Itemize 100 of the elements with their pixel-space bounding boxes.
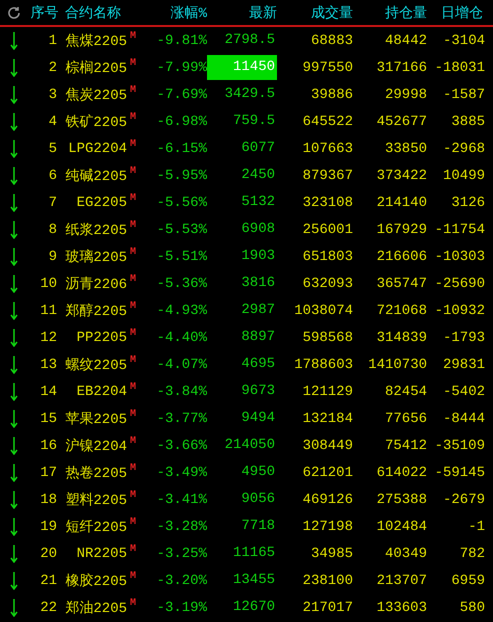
refresh-icon[interactable]	[7, 6, 21, 20]
open-interest-change: -5402	[442, 384, 486, 400]
open-interest: 75412	[384, 438, 427, 454]
last-price: 11165	[232, 544, 276, 563]
volume: 217017	[302, 600, 353, 616]
market-tag: M	[127, 328, 143, 339]
open-interest-change: -25690	[434, 276, 486, 292]
last-price: 7718	[240, 517, 276, 536]
contract-name: 纸浆2205	[64, 222, 127, 238]
change-percent: -4.40%	[156, 330, 207, 346]
open-interest: 102484	[376, 518, 427, 534]
row-number: 4	[48, 114, 58, 130]
open-interest-change: 29831	[442, 356, 486, 372]
last-price: 13455	[232, 571, 276, 590]
change-percent: -3.41%	[156, 492, 207, 508]
market-tag: M	[127, 193, 143, 204]
market-tag: M	[127, 166, 143, 177]
open-interest: 721068	[376, 302, 427, 318]
open-interest: 133603	[376, 600, 427, 616]
contract-name: 铁矿2205	[64, 113, 127, 130]
change-percent: -3.28%	[156, 518, 207, 534]
row-number: 15	[39, 410, 58, 426]
volume: 256001	[302, 222, 353, 238]
volume: 127198	[302, 518, 353, 534]
volume: 308449	[302, 438, 353, 454]
volume: 68883	[310, 32, 353, 48]
row-number: 7	[48, 194, 58, 210]
change-percent: -5.53%	[156, 222, 207, 238]
volume: 621201	[302, 464, 353, 480]
last-price: 11450	[207, 55, 277, 80]
market-tag: M	[127, 112, 143, 123]
open-interest: 275388	[376, 492, 427, 508]
row-number: 5	[48, 140, 58, 156]
open-interest-change: -1	[467, 518, 486, 534]
open-interest-change: -2968	[442, 140, 486, 156]
market-tag: M	[127, 409, 143, 420]
column-header[interactable]: 持仓量	[353, 4, 427, 22]
row-number: 17	[39, 464, 58, 480]
last-price: 3429.5	[224, 85, 276, 104]
last-price: 8897	[240, 328, 276, 347]
change-percent: -3.77%	[156, 410, 207, 426]
open-interest-change: -10303	[434, 248, 486, 264]
volume: 323108	[302, 194, 353, 210]
open-interest: 213707	[376, 572, 427, 588]
open-interest: 40349	[384, 546, 427, 562]
volume: 34985	[310, 546, 353, 562]
market-tag: M	[127, 517, 143, 528]
column-header[interactable]: 合约名称	[61, 4, 143, 22]
last-price: 4695	[240, 355, 276, 374]
column-header[interactable]: 日增仓	[427, 4, 493, 22]
row-number: 3	[48, 86, 58, 102]
column-header[interactable]: 最新	[207, 4, 277, 22]
last-price: 2450	[240, 166, 276, 185]
volume: 132184	[302, 410, 353, 426]
last-price: 4950	[240, 463, 276, 482]
column-header[interactable]: 成交量	[277, 4, 353, 22]
open-interest-change: 782	[458, 546, 486, 562]
last-price: 2987	[240, 301, 276, 320]
column-header[interactable]: 序号	[28, 4, 61, 22]
change-percent: -5.36%	[156, 276, 207, 292]
last-price: 1903	[240, 247, 276, 266]
row-number: 2	[48, 60, 58, 76]
last-price: 12670	[232, 598, 276, 617]
open-interest: 614022	[376, 464, 427, 480]
open-interest: 1410730	[367, 356, 427, 372]
contract-name: EG2205	[76, 194, 127, 210]
row-number: 6	[48, 168, 58, 184]
market-tag: M	[127, 436, 143, 447]
change-percent: -7.69%	[156, 86, 207, 102]
last-price: 759.5	[232, 112, 276, 131]
open-interest-change: 6959	[450, 572, 486, 588]
open-interest: 33850	[384, 140, 427, 156]
contract-name: 螺纹2205	[64, 356, 127, 374]
volume: 39886	[310, 86, 353, 102]
market-tag: M	[127, 220, 143, 231]
change-percent: -3.25%	[156, 546, 207, 562]
market-tag: M	[127, 247, 143, 258]
open-interest: 373422	[376, 168, 427, 184]
open-interest-change: 3126	[450, 194, 486, 210]
market-tag: M	[127, 382, 143, 393]
open-interest: 29998	[384, 86, 427, 102]
change-percent: -5.56%	[156, 194, 207, 210]
contract-name: 焦炭2205	[64, 86, 127, 104]
contract-name: 塑料2205	[64, 491, 127, 508]
market-tag: M	[127, 598, 143, 609]
row-number: 9	[48, 248, 58, 264]
volume: 121129	[302, 384, 353, 400]
market-tag: M	[127, 139, 143, 150]
volume: 469126	[302, 492, 353, 508]
contract-name: 热卷2205	[64, 464, 127, 482]
open-interest: 216606	[376, 248, 427, 264]
row-number: 22	[39, 600, 58, 616]
volume: 107663	[302, 140, 353, 156]
change-percent: -3.84%	[156, 384, 207, 400]
open-interest-change: -1793	[442, 330, 486, 346]
column-header[interactable]: 涨幅%	[143, 4, 207, 22]
open-interest-change: 10499	[442, 168, 486, 184]
volume: 645522	[302, 114, 353, 130]
contract-name: 沪镍2204	[64, 437, 127, 454]
row-number: 19	[39, 518, 58, 534]
